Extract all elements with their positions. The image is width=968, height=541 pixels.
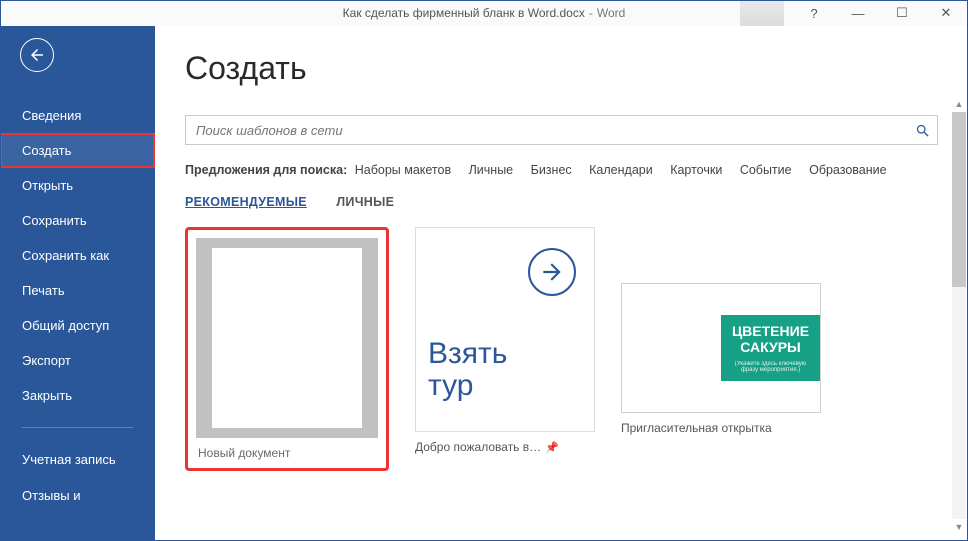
content: Создать Предложения для поиска: Наборы м… — [155, 26, 968, 541]
blank-page-icon — [212, 248, 362, 428]
sidebar-item-print[interactable]: Печать — [0, 273, 155, 308]
templates: Новый документ Взять тур Добро пожаловат… — [185, 227, 938, 471]
template-invitation-label: Пригласительная открытка — [621, 413, 821, 435]
suggestion-link[interactable]: Карточки — [670, 163, 722, 177]
sidebar-item-save[interactable]: Сохранить — [0, 203, 155, 238]
template-blank-label: Новый документ — [196, 438, 376, 460]
template-tour[interactable]: Взять тур Добро пожаловать в…📌 — [415, 227, 595, 454]
minimize-button[interactable]: — — [836, 0, 880, 26]
template-invitation[interactable]: ЦВЕТЕНИЕ САКУРЫ (Укажите здесь ключевую … — [621, 283, 821, 435]
pin-icon[interactable]: 📌 — [545, 442, 559, 454]
arrow-left-icon — [28, 46, 46, 64]
suggestions-label: Предложения для поиска: — [185, 163, 347, 177]
app-name: Word — [597, 6, 625, 20]
suggestion-link[interactable]: Событие — [740, 163, 792, 177]
tabs: РЕКОМЕНДУЕМЫЕ ЛИЧНЫЕ — [185, 195, 938, 209]
invitation-sub: (Укажите здесь ключевую фразу мероприяти… — [729, 361, 812, 373]
sidebar-item-feedback[interactable]: Отзывы и — [0, 478, 155, 513]
invitation-title: ЦВЕТЕНИЕ САКУРЫ — [729, 323, 812, 355]
search-row — [185, 115, 938, 145]
sidebar: Сведения Создать Открыть Сохранить Сохра… — [0, 26, 155, 541]
template-blank[interactable]: Новый документ — [185, 227, 389, 471]
user-block[interactable] — [740, 0, 784, 26]
sidebar-item-export[interactable]: Экспорт — [0, 343, 155, 378]
search-button[interactable] — [907, 115, 937, 145]
tab-personal[interactable]: ЛИЧНЫЕ — [336, 195, 394, 209]
title-separator: - — [589, 6, 593, 20]
suggestion-link[interactable]: Наборы макетов — [355, 163, 451, 177]
suggestion-link[interactable]: Личные — [469, 163, 514, 177]
search-icon — [915, 123, 930, 138]
tour-line1: Взять — [428, 338, 507, 370]
page-title: Создать — [185, 50, 938, 87]
suggestion-link[interactable]: Бизнес — [531, 163, 572, 177]
invitation-text-panel: ЦВЕТЕНИЕ САКУРЫ (Укажите здесь ключевую … — [721, 315, 820, 381]
search-input[interactable] — [186, 123, 907, 138]
help-button[interactable]: ? — [792, 0, 836, 26]
sidebar-item-info[interactable]: Сведения — [0, 98, 155, 133]
tour-line2: тур — [428, 370, 507, 402]
suggestion-link[interactable]: Образование — [809, 163, 886, 177]
sidebar-item-account[interactable]: Учетная запись — [0, 442, 155, 478]
template-tour-label: Добро пожаловать в…📌 — [415, 432, 595, 454]
sidebar-item-close[interactable]: Закрыть — [0, 378, 155, 413]
nav-divider — [22, 427, 133, 428]
scroll-up-button[interactable]: ▲ — [952, 96, 966, 112]
title-bar: Как сделать фирменный бланк в Word.docx … — [0, 0, 968, 26]
maximize-button[interactable]: ☐ — [880, 0, 924, 26]
nav-primary: Сведения Создать Открыть Сохранить Сохра… — [0, 98, 155, 513]
template-blank-thumb — [196, 238, 378, 438]
template-tour-thumb: Взять тур — [415, 227, 595, 432]
doc-name: Как сделать фирменный бланк в Word.docx — [343, 6, 585, 20]
suggestion-link[interactable]: Календари — [589, 163, 653, 177]
scrollbar: ▲ ▼ — [952, 96, 966, 535]
close-button[interactable]: ✕ — [924, 0, 968, 26]
scroll-down-button[interactable]: ▼ — [952, 519, 966, 535]
template-invitation-thumb: ЦВЕТЕНИЕ САКУРЫ (Укажите здесь ключевую … — [621, 283, 821, 413]
sidebar-item-open[interactable]: Открыть — [0, 168, 155, 203]
sidebar-item-create[interactable]: Создать — [0, 133, 155, 168]
back-button[interactable] — [20, 38, 54, 72]
sidebar-item-share[interactable]: Общий доступ — [0, 308, 155, 343]
scroll-thumb[interactable] — [952, 112, 966, 287]
sidebar-item-saveas[interactable]: Сохранить как — [0, 238, 155, 273]
tour-arrow-icon — [528, 248, 576, 296]
suggestions: Предложения для поиска: Наборы макетов Л… — [185, 159, 938, 181]
scroll-track[interactable] — [952, 112, 966, 519]
tour-text: Взять тур — [428, 338, 507, 401]
tab-recommended[interactable]: РЕКОМЕНДУЕМЫЕ — [185, 195, 307, 209]
